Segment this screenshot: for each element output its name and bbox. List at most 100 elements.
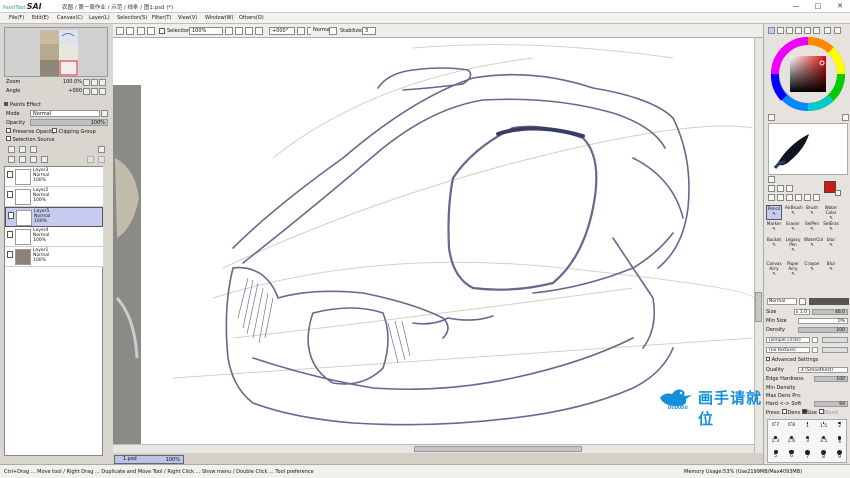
- zoom-tool-icon[interactable]: [777, 194, 784, 201]
- tool-canvas-acry[interactable]: Canvas Acry ✎: [766, 261, 782, 276]
- eyedropper-icon[interactable]: [804, 194, 811, 201]
- visibility-eye-icon[interactable]: [7, 171, 13, 178]
- paper-effects-toggle[interactable]: Paints Effect: [4, 102, 41, 108]
- size-multiplier[interactable]: x 1.0: [794, 309, 810, 315]
- brush-size-preset[interactable]: 8: [816, 449, 831, 462]
- zoom-fit-icon[interactable]: [245, 27, 253, 35]
- zoom-out-icon[interactable]: [225, 27, 233, 35]
- menu-canvas[interactable]: Canvas(C): [57, 15, 83, 21]
- nav-zoom-out-icon[interactable]: [83, 79, 90, 86]
- document-tab[interactable]: 1.psd 100%: [114, 455, 184, 464]
- tool-bucket[interactable]: Bucket ✎: [766, 237, 782, 252]
- brush-size-preset[interactable]: 7: [800, 449, 815, 462]
- menu-selection[interactable]: Selection(S): [117, 15, 147, 21]
- new-folder-icon[interactable]: [30, 146, 37, 153]
- brush-size-preset[interactable]: 2: [832, 421, 847, 434]
- hand-tool-icon[interactable]: [795, 194, 802, 201]
- brush-size-preset[interactable]: 2.6: [784, 435, 799, 448]
- selection-source-option[interactable]: Selection Source: [6, 136, 54, 143]
- brush-size-preset[interactable]: 9: [832, 449, 847, 462]
- clear-layer-icon[interactable]: [30, 156, 37, 163]
- menu-filter[interactable]: Filter(T): [152, 15, 171, 21]
- color-panel-option-icon[interactable]: [824, 27, 831, 34]
- tool-blur-small[interactable]: blur ✎: [823, 237, 839, 252]
- visibility-eye-icon[interactable]: [8, 212, 14, 219]
- layer-mode-dropdown-icon[interactable]: [101, 110, 108, 117]
- visibility-eye-icon[interactable]: [7, 251, 13, 258]
- brush-tip-presets[interactable]: [809, 298, 849, 305]
- move-tool-icon[interactable]: [768, 194, 775, 201]
- layer-item[interactable]: Layer1 Normal 100%: [5, 247, 103, 267]
- vertical-scroll-thumb[interactable]: [755, 292, 762, 322]
- nav-zoom-in-icon[interactable]: [91, 79, 98, 86]
- swatches-mode-icon[interactable]: [795, 27, 802, 34]
- tool-water-color[interactable]: Water Color ✎: [823, 205, 839, 220]
- brush-size-preset[interactable]: 5: [768, 449, 783, 462]
- maximize-button[interactable]: □: [807, 0, 829, 13]
- new-layer-icon[interactable]: [8, 146, 15, 153]
- deselect-icon[interactable]: [137, 27, 145, 35]
- menu-others[interactable]: Others(O): [239, 15, 264, 21]
- delete-layer-icon[interactable]: [41, 156, 48, 163]
- brush-size-preset[interactable]: 2.3: [768, 435, 783, 448]
- intermediate-color-icon[interactable]: [813, 27, 820, 34]
- rotate-tool-icon[interactable]: [786, 194, 793, 201]
- brush-size-preset[interactable]: 1.5: [816, 421, 831, 434]
- menu-file[interactable]: File(F): [9, 15, 24, 21]
- nav-zoom-reset-icon[interactable]: [99, 79, 106, 86]
- layer-options-icon[interactable]: [98, 146, 105, 153]
- pad-option-icon[interactable]: [768, 176, 775, 183]
- menu-window[interactable]: Window(W): [205, 15, 234, 21]
- nav-rotate-left-icon[interactable]: [83, 88, 90, 95]
- color-panel-option2-icon[interactable]: [834, 27, 841, 34]
- redo-icon[interactable]: [126, 27, 134, 35]
- color-wheel-mode-icon[interactable]: [768, 27, 775, 34]
- layer-item[interactable]: Layer3 Normal 100%: [5, 167, 103, 187]
- layer-up-icon[interactable]: [87, 156, 94, 163]
- visibility-eye-icon[interactable]: [7, 191, 13, 198]
- selection-checkbox[interactable]: [159, 28, 165, 34]
- brush-texture-dropdown-icon[interactable]: [812, 347, 818, 353]
- rotate-left-icon[interactable]: [297, 27, 305, 35]
- transfer-down-icon[interactable]: [8, 156, 15, 163]
- hsv-slider-mode-icon[interactable]: [786, 27, 793, 34]
- scratch-pad[interactable]: [768, 123, 848, 175]
- selection-source-checkbox[interactable]: [6, 136, 11, 141]
- lasso-select-icon[interactable]: [777, 185, 784, 192]
- invert-selection-icon[interactable]: [147, 27, 155, 35]
- scratchpad-close-icon[interactable]: [842, 114, 849, 121]
- brush-size-preset[interactable]: 3: [800, 435, 815, 448]
- rotation-field[interactable]: +000°: [269, 27, 295, 35]
- blend-mode-dropdown-icon[interactable]: [329, 27, 337, 35]
- quality-select[interactable]: 4 (Smoothest): [798, 367, 848, 373]
- layer-item[interactable]: Layer4 Normal 100%: [5, 227, 103, 247]
- advanced-settings-toggle[interactable]: Advanced Settings: [766, 356, 848, 364]
- tool-pencil[interactable]: Pencil ✎: [766, 205, 782, 220]
- tool-blur[interactable]: Blur ✎: [823, 261, 839, 276]
- brush-texture-strength[interactable]: [822, 347, 848, 353]
- undo-icon[interactable]: [116, 27, 124, 35]
- menu-view[interactable]: View(V): [178, 15, 197, 21]
- tool-paper-acry[interactable]: Paper Acry ✎: [785, 261, 801, 276]
- brush-size-preset[interactable]: 1: [800, 421, 815, 434]
- brush-shape-dropdown-icon[interactable]: [812, 337, 818, 343]
- new-linework-layer-icon[interactable]: [19, 146, 26, 153]
- menu-edit[interactable]: Edit(E): [32, 15, 49, 21]
- zoom-field[interactable]: 100%: [189, 27, 223, 35]
- min-size-slider[interactable]: 0%: [798, 318, 848, 324]
- rect-select-icon[interactable]: [768, 185, 775, 192]
- preserve-opacity-option[interactable]: Preserve Opacity: [6, 128, 55, 135]
- tool-airbrush[interactable]: AirBrush ✎: [785, 205, 803, 220]
- density-slider[interactable]: 100: [798, 327, 848, 333]
- tool-crayon[interactable]: Crayon ✎: [804, 261, 820, 276]
- brush-shape-strength[interactable]: [822, 337, 848, 343]
- color-picker-icon[interactable]: [813, 194, 820, 201]
- hard-soft-slider[interactable]: 94: [814, 401, 848, 407]
- visibility-eye-icon[interactable]: [7, 231, 13, 238]
- zoom-reset-icon[interactable]: [255, 27, 263, 35]
- scratchpad-mode-icon[interactable]: [804, 27, 811, 34]
- merge-down-icon[interactable]: [19, 156, 26, 163]
- zoom-in-icon[interactable]: [235, 27, 243, 35]
- edge-hardness-slider[interactable]: 100: [814, 376, 848, 382]
- layer-item-selected[interactable]: Layer5 Normal 100%: [5, 207, 103, 227]
